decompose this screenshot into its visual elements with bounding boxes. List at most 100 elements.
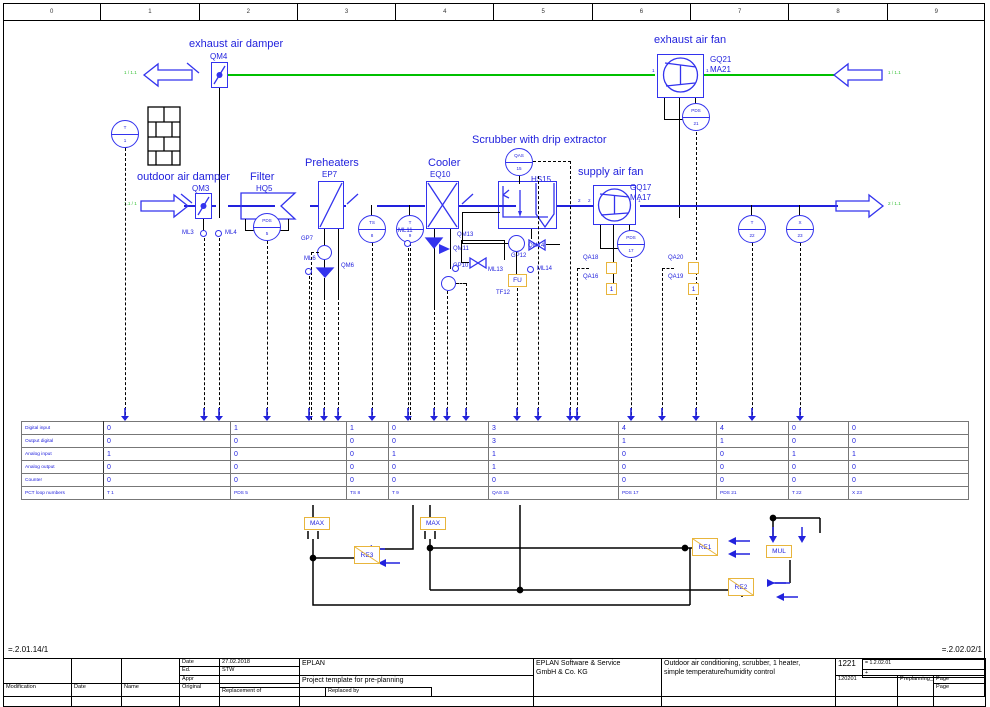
cell: 0 xyxy=(488,473,619,487)
sensor-t22-bottom: 22 xyxy=(749,233,755,238)
exhaust-fan-outlet-mark: 1 xyxy=(706,68,709,73)
cooler-leader xyxy=(461,193,474,205)
title-block: Date 27.02.2018 EPLAN EPLAN Software & S… xyxy=(3,657,987,707)
ml6-node xyxy=(305,268,312,275)
supply-duct-seg4 xyxy=(377,205,425,207)
gp10-dashed-link xyxy=(456,283,466,284)
tb-original: Original xyxy=(179,682,220,707)
supply-air-fan-tag-ma: MA17 xyxy=(630,193,651,202)
qa19-label: QA19 xyxy=(668,274,684,280)
tb-date-col: Date xyxy=(71,682,122,707)
supply-duct-seg5 xyxy=(459,205,498,207)
qm14-outlet xyxy=(546,244,560,246)
cell: 0 xyxy=(848,460,969,474)
pds21-dashed-signal xyxy=(696,132,697,420)
sensor-ts8-top: TS xyxy=(369,219,375,225)
qm14-riser xyxy=(531,229,533,239)
tb-appr-label: Appr xyxy=(179,674,220,684)
tb-modification: Modification xyxy=(3,682,72,707)
exhaust-fan-bracket-left xyxy=(664,98,666,120)
gp7-pump xyxy=(317,245,332,260)
exhaust-air-duct-left xyxy=(225,74,655,76)
gp12-label: GP12 xyxy=(511,253,527,259)
ml11-node xyxy=(404,240,411,247)
ml14-label: ML14 xyxy=(537,266,553,272)
re2-glyph xyxy=(728,578,754,596)
cell: PDS 17 xyxy=(618,486,717,500)
table-row: Output digital 0 0 0 0 3 1 1 0 0 xyxy=(21,434,969,448)
t22-dashed-signal xyxy=(752,243,753,420)
supply-fan-bracket-left xyxy=(600,225,602,249)
gp10-dashed-signal xyxy=(466,283,467,420)
gp10-pump xyxy=(441,276,456,291)
exhaust-damper-link xyxy=(218,88,220,218)
max2-block: MAX xyxy=(420,517,446,530)
outdoor-wall-icon xyxy=(147,106,181,166)
table-row: Analog output 0 0 0 0 1 0 0 0 0 xyxy=(21,460,969,474)
cell: 0 xyxy=(388,434,489,448)
qa18-marker xyxy=(606,262,617,274)
sensor-ts8: TS 8 xyxy=(358,215,386,243)
tb-company: EPLAN Software & Service GmbH & Co. KG xyxy=(533,658,662,707)
cell: PDS 21 xyxy=(716,486,789,500)
outdoor-air-damper-title: outdoor air damper xyxy=(137,171,230,183)
ml11-dashed-signal xyxy=(407,248,409,420)
supply-duct-seg7 xyxy=(640,205,838,207)
fu-block: FU xyxy=(508,274,527,287)
row-label: PCT loop numbers xyxy=(21,486,104,500)
cell: 0 xyxy=(388,460,489,474)
ml13-label: ML13 xyxy=(488,267,504,273)
exhaust-air-fan-tag-ma: MA21 xyxy=(710,65,731,74)
cell: TS 8 xyxy=(346,486,389,500)
sensor-pds17-bottom: 17 xyxy=(628,248,634,253)
gp12-stem xyxy=(516,252,518,274)
sheet-ref-right: =.2.02.02/1 xyxy=(941,645,982,654)
column-ruler: 0 1 2 3 4 5 6 7 8 9 xyxy=(3,3,985,21)
max1-block: MAX xyxy=(304,517,330,530)
qm11-leader xyxy=(439,244,450,254)
cell: 0 xyxy=(230,460,347,474)
cell: 0 xyxy=(346,447,389,461)
tb-ed-label: Ed. xyxy=(179,666,220,676)
ml11-label: ML11 xyxy=(398,228,413,234)
cell: PDS 5 xyxy=(230,486,347,500)
t9-dashed-signal xyxy=(410,243,411,420)
cell: 1 xyxy=(618,434,717,448)
preheaters-title: Preheaters xyxy=(305,157,359,169)
exhaust-air-fan-tag-gq: GQ21 xyxy=(710,55,732,64)
qa19-marker: 1 xyxy=(688,283,699,295)
qa20-dashed-link xyxy=(662,268,674,269)
supply-air-fan-tag-gq: GQ17 xyxy=(630,183,652,192)
ruler-cell: 9 xyxy=(934,8,938,15)
supply-air-fan-title: supply air fan xyxy=(578,166,644,178)
ruler-cell: 5 xyxy=(494,3,593,20)
qm6-label: QM6 xyxy=(341,263,355,269)
mul-block: MUL xyxy=(766,545,792,558)
cell: 1 xyxy=(488,460,619,474)
qa18-label: QA18 xyxy=(583,255,599,261)
supply-air-outlet-arrow xyxy=(835,193,885,219)
sensor-pds21-top: PDS xyxy=(691,107,701,113)
cell: 0 xyxy=(788,460,849,474)
scrubber-recirc-bottom xyxy=(462,243,510,245)
hs15-dashed-signal xyxy=(570,161,571,420)
x23-dashed-signal xyxy=(800,243,801,420)
sensor-qas15-top: QAS xyxy=(514,152,524,158)
ruler-cell: 4 xyxy=(396,3,495,20)
ruler-cell: 1 xyxy=(101,3,200,20)
ml3-label: ML3 xyxy=(182,230,194,236)
ml6-dashed-signal xyxy=(308,276,310,420)
exhaust-inlet-connector-label: 1 / 1.1 xyxy=(124,70,137,75)
cell: 0 xyxy=(618,460,717,474)
io-summary-table: Digital input 0 1 1 0 3 4 4 0 0 Output d… xyxy=(21,421,969,500)
filter-title: Filter xyxy=(250,171,275,183)
drawing-sheet: 0 1 2 3 4 5 6 7 8 9 1 / 1.1 exhaust air … xyxy=(0,0,990,707)
pds17-dashed-signal xyxy=(631,259,632,420)
sensor-pds21: PDS 21 xyxy=(682,103,710,131)
qm6-dashed-signal xyxy=(324,297,325,420)
row-label: Output digital xyxy=(21,434,104,448)
sensor-pds17-top: PDS xyxy=(626,234,636,240)
cell: T 9 xyxy=(388,486,489,500)
preheater-return-dashed xyxy=(338,297,339,420)
cell: 0 xyxy=(346,434,389,448)
